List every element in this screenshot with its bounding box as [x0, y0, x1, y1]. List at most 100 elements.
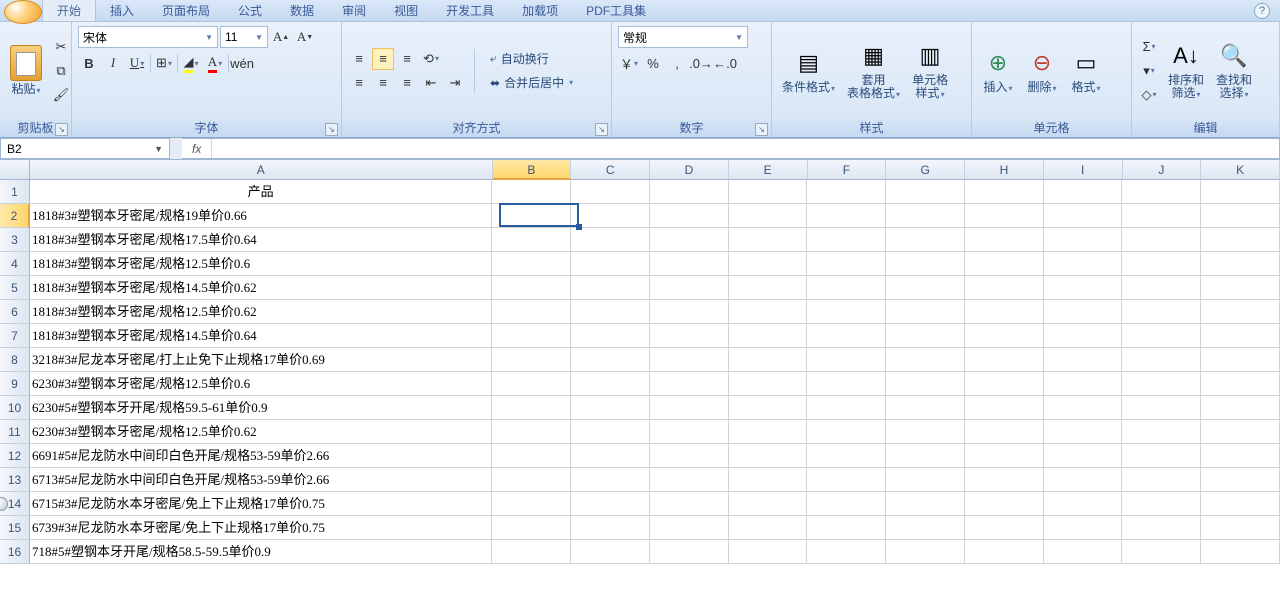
cell[interactable]: [492, 516, 571, 540]
column-header[interactable]: C: [571, 160, 650, 180]
cell[interactable]: [729, 324, 808, 348]
decrease-indent-button[interactable]: ⇤: [420, 72, 442, 94]
row-header[interactable]: 7: [0, 324, 30, 348]
cell[interactable]: [1044, 420, 1123, 444]
row-header[interactable]: 15: [0, 516, 30, 540]
cell[interactable]: [650, 492, 729, 516]
format-cells-button[interactable]: ▭格式: [1066, 45, 1106, 97]
cell[interactable]: [650, 444, 729, 468]
cell[interactable]: [1044, 468, 1123, 492]
cell[interactable]: [571, 516, 650, 540]
cell[interactable]: [1201, 516, 1280, 540]
row-header[interactable]: 4: [0, 252, 30, 276]
cell[interactable]: [571, 324, 650, 348]
cell[interactable]: [571, 180, 650, 204]
cell[interactable]: [571, 444, 650, 468]
format-painter-button[interactable]: 🖌: [50, 84, 72, 106]
row-header[interactable]: 16: [0, 540, 30, 564]
cell[interactable]: [886, 204, 965, 228]
cell[interactable]: [1044, 396, 1123, 420]
row-header[interactable]: 6: [0, 300, 30, 324]
cell[interactable]: [807, 492, 886, 516]
row-header[interactable]: 12: [0, 444, 30, 468]
cell[interactable]: [1201, 444, 1280, 468]
cell[interactable]: [1044, 348, 1123, 372]
cell[interactable]: [886, 468, 965, 492]
cell[interactable]: [1201, 324, 1280, 348]
column-header[interactable]: I: [1044, 160, 1123, 180]
cell[interactable]: [492, 420, 571, 444]
cell[interactable]: 1818#3#塑钢本牙密尾/规格12.5单价0.6: [30, 252, 492, 276]
cell[interactable]: [886, 420, 965, 444]
grow-font-button[interactable]: A▲: [270, 26, 292, 48]
cell[interactable]: [1201, 276, 1280, 300]
conditional-formatting-button[interactable]: ▤条件格式: [778, 45, 839, 97]
font-size-select[interactable]: 11▼: [220, 26, 268, 48]
cell[interactable]: 6230#3#塑钢本牙密尾/规格12.5单价0.62: [30, 420, 492, 444]
cell[interactable]: [492, 492, 571, 516]
cell[interactable]: [492, 348, 571, 372]
cell[interactable]: [729, 180, 808, 204]
tab-0[interactable]: 开始: [42, 0, 96, 21]
cell[interactable]: [807, 540, 886, 564]
cell[interactable]: [1044, 444, 1123, 468]
cell[interactable]: [886, 540, 965, 564]
cell[interactable]: [1122, 492, 1201, 516]
cell[interactable]: [650, 372, 729, 396]
row-header[interactable]: 5: [0, 276, 30, 300]
cell[interactable]: [1044, 204, 1123, 228]
cell[interactable]: [1122, 396, 1201, 420]
decrease-decimal-button[interactable]: ←.0: [714, 52, 736, 74]
cell[interactable]: [1044, 324, 1123, 348]
row-header[interactable]: 13: [0, 468, 30, 492]
tab-2[interactable]: 页面布局: [148, 0, 224, 21]
tab-1[interactable]: 插入: [96, 0, 148, 21]
cell[interactable]: [1201, 396, 1280, 420]
cell[interactable]: [1122, 420, 1201, 444]
cell[interactable]: [729, 276, 808, 300]
cell[interactable]: [571, 348, 650, 372]
cell[interactable]: [729, 420, 808, 444]
column-header[interactable]: F: [808, 160, 887, 180]
autosum-button[interactable]: Σ: [1138, 36, 1160, 58]
cell[interactable]: [1201, 300, 1280, 324]
cell[interactable]: [571, 300, 650, 324]
cell[interactable]: [886, 324, 965, 348]
cell[interactable]: [807, 204, 886, 228]
cell[interactable]: [650, 180, 729, 204]
cell[interactable]: 6739#3#尼龙防水本牙密尾/免上下止规格17单价0.75: [30, 516, 492, 540]
cell[interactable]: [886, 228, 965, 252]
cell[interactable]: [650, 540, 729, 564]
cell[interactable]: [1201, 180, 1280, 204]
select-all-corner[interactable]: [0, 160, 30, 180]
cell[interactable]: [650, 204, 729, 228]
cell[interactable]: [807, 372, 886, 396]
cell[interactable]: [1201, 252, 1280, 276]
tab-8[interactable]: 加载项: [508, 0, 572, 21]
column-header[interactable]: G: [886, 160, 965, 180]
orientation-button[interactable]: ⟲: [420, 48, 442, 70]
column-header[interactable]: D: [650, 160, 729, 180]
cell[interactable]: [729, 228, 808, 252]
cell[interactable]: [1122, 228, 1201, 252]
cell[interactable]: [729, 204, 808, 228]
row-header[interactable]: 10: [0, 396, 30, 420]
column-header[interactable]: K: [1201, 160, 1280, 180]
cell[interactable]: [492, 396, 571, 420]
cell[interactable]: [1122, 276, 1201, 300]
align-top-button[interactable]: ≡: [348, 48, 370, 70]
cell[interactable]: [650, 300, 729, 324]
percent-button[interactable]: %: [642, 52, 664, 74]
cell[interactable]: [886, 396, 965, 420]
cell[interactable]: [492, 180, 571, 204]
office-button[interactable]: [4, 0, 42, 24]
cell[interactable]: 6713#5#尼龙防水中间印白色开尾/规格53-59单价2.66: [30, 468, 492, 492]
cell[interactable]: 产品: [30, 180, 492, 204]
tab-6[interactable]: 视图: [380, 0, 432, 21]
cell[interactable]: [1044, 492, 1123, 516]
cell[interactable]: [571, 396, 650, 420]
cell[interactable]: [729, 372, 808, 396]
dialog-launcher-icon[interactable]: ↘: [755, 123, 768, 136]
row-header[interactable]: 3: [0, 228, 30, 252]
cell[interactable]: [729, 348, 808, 372]
